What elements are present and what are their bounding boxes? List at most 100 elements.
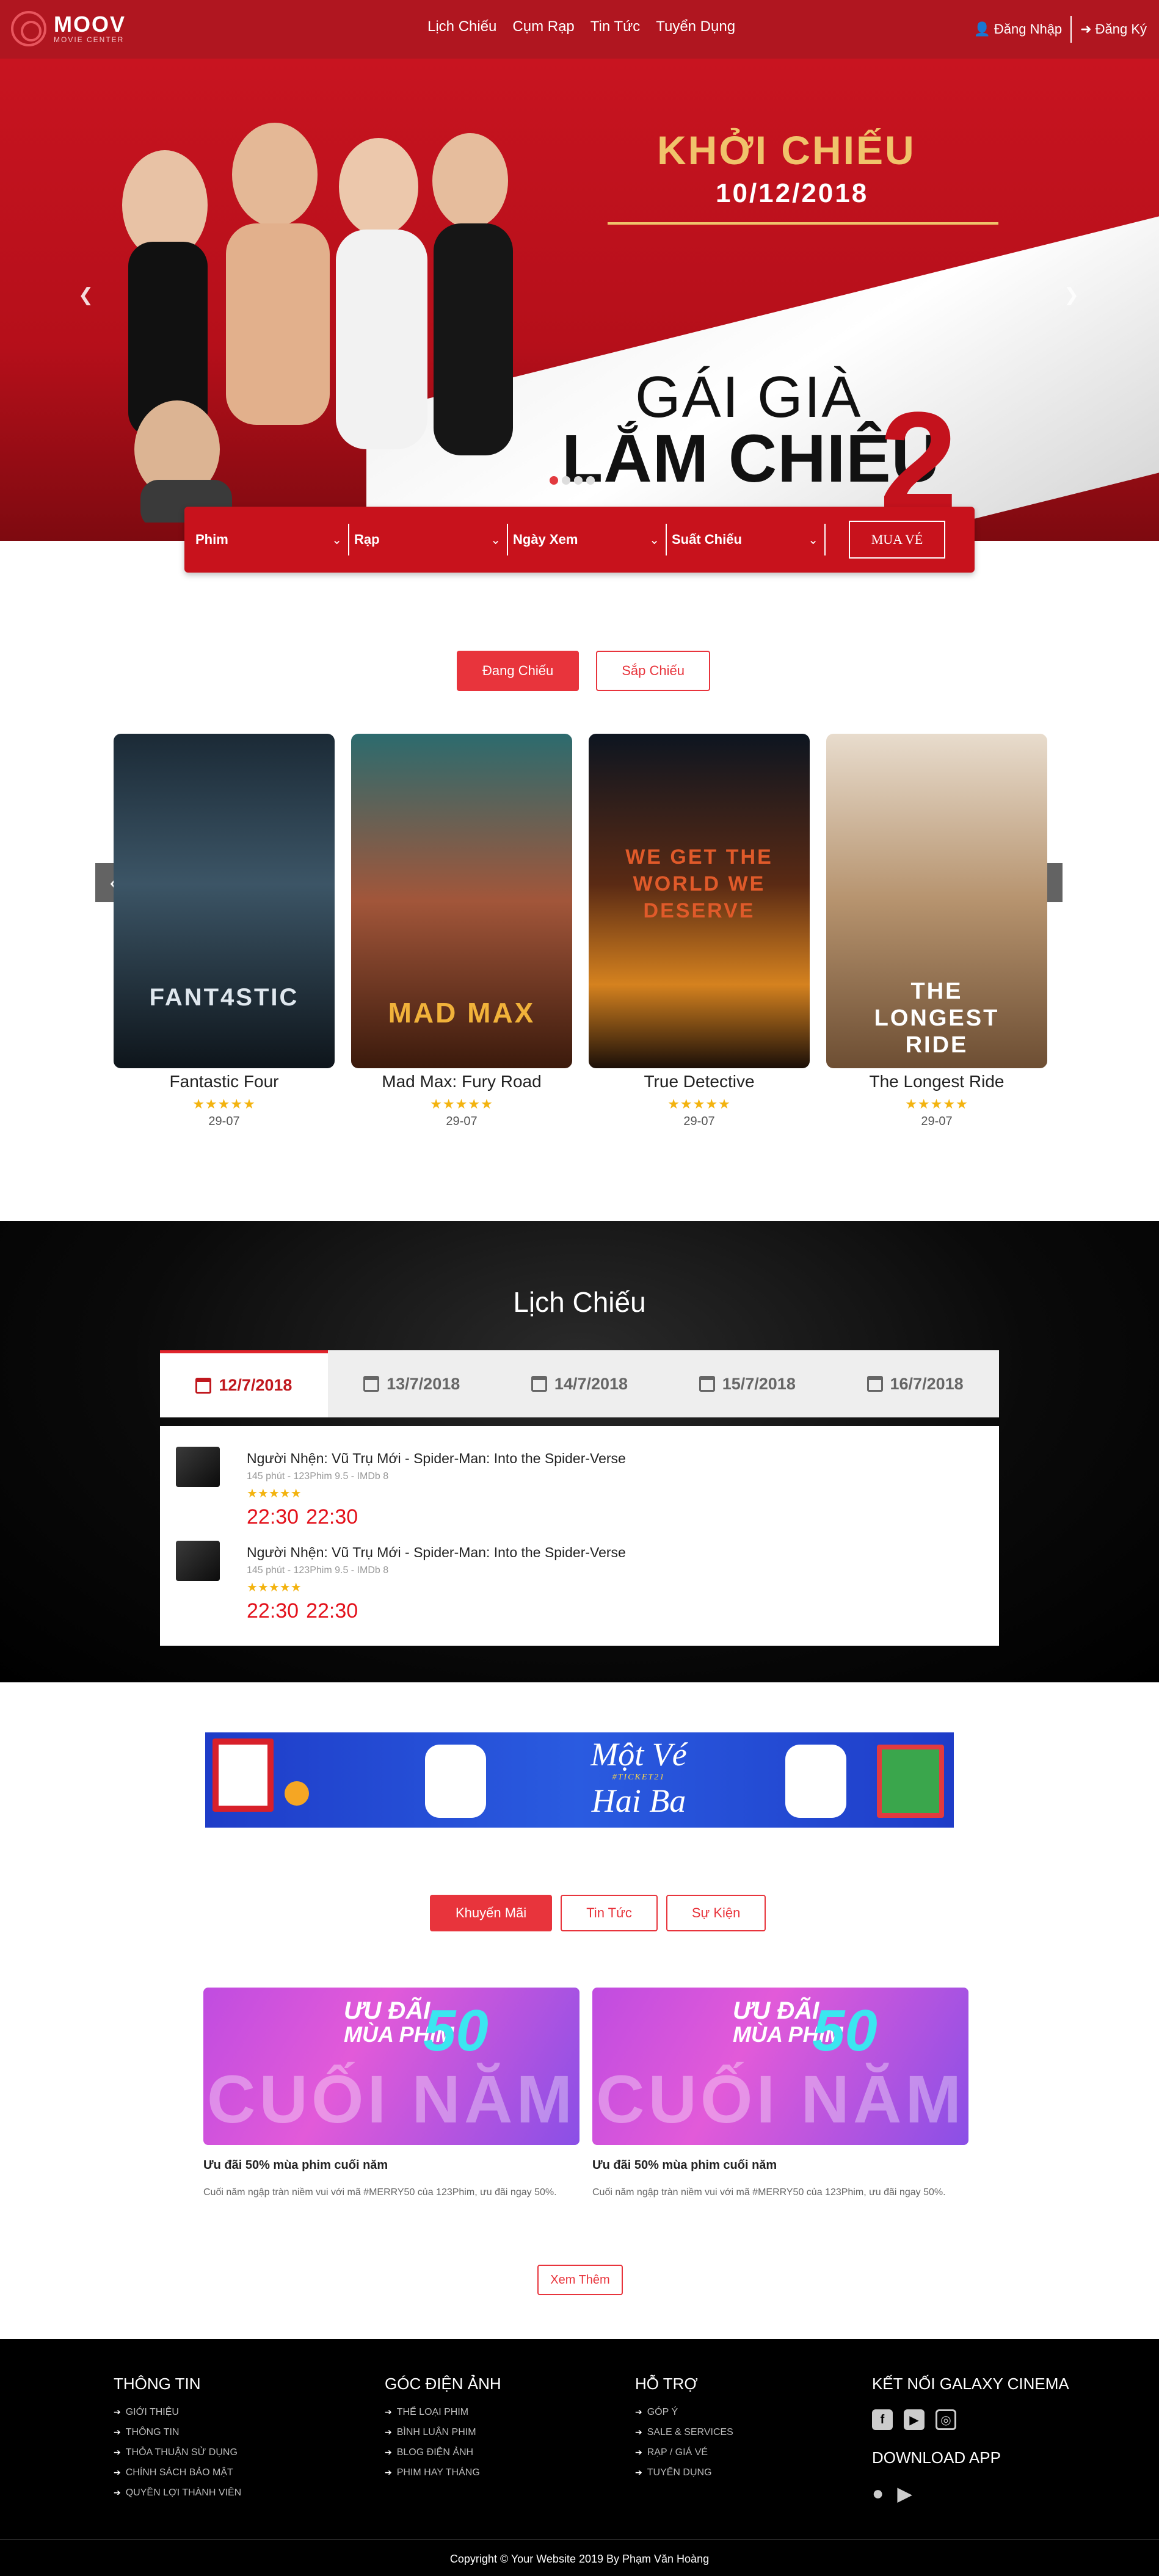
movie-select-label: Phim bbox=[195, 532, 228, 547]
footer-link[interactable]: TUYỂN DỤNG bbox=[635, 2467, 733, 2487]
hero-next-arrow-icon[interactable]: ❯ bbox=[1064, 284, 1079, 306]
tab-events[interactable]: Sự Kiện bbox=[666, 1895, 766, 1931]
login-link[interactable]: 👤 Đăng Nhập bbox=[973, 21, 1062, 37]
footer-heading: KẾT NỐI GALAXY CINEMA bbox=[872, 2375, 1069, 2393]
cinema-select[interactable]: Rạp ⌄ bbox=[354, 524, 508, 555]
footer-heading: DOWNLOAD APP bbox=[872, 2448, 1001, 2467]
register-link[interactable]: ➜ Đăng Ký bbox=[1080, 21, 1147, 37]
movie-poster[interactable]: FANT4STIC bbox=[114, 734, 335, 1068]
tab-day-2[interactable]: 13/7/2018 bbox=[328, 1350, 496, 1417]
nav-item-showtimes[interactable]: Lịch Chiếu bbox=[427, 18, 496, 35]
promo-banner[interactable]: Một Vé #TICKET21 Hai Ba bbox=[205, 1732, 954, 1828]
footer-link[interactable]: THỂ LOẠI PHIM bbox=[385, 2407, 501, 2427]
tab-now-showing[interactable]: Đang Chiếu bbox=[457, 651, 580, 691]
footer-link[interactable]: GIỚI THIỆU bbox=[114, 2407, 241, 2427]
login-label: Đăng Nhập bbox=[994, 21, 1063, 37]
facebook-icon[interactable]: f bbox=[872, 2409, 893, 2430]
date-select[interactable]: Ngày Xem ⌄ bbox=[513, 524, 667, 555]
show-title[interactable]: Người Nhện: Vũ Trụ Mới - Spider-Man: Int… bbox=[247, 1450, 626, 1467]
show-thumbnail[interactable] bbox=[176, 1541, 220, 1581]
showtime-link[interactable]: 22:30 bbox=[306, 1505, 358, 1529]
hero-prev-arrow-icon[interactable]: ❮ bbox=[78, 284, 93, 306]
day-label: 16/7/2018 bbox=[890, 1374, 964, 1393]
showtime-link[interactable]: 22:30 bbox=[306, 1599, 358, 1623]
movie-title[interactable]: True Detective bbox=[589, 1072, 810, 1091]
footer-link[interactable]: THỎA THUẬN SỬ DỤNG bbox=[114, 2447, 241, 2467]
news-image-big-text: CUỐI NĂM bbox=[596, 2062, 965, 2137]
news-image-line1: ƯU ĐÃI bbox=[344, 1997, 431, 2024]
hero-title-number: 2 bbox=[879, 383, 957, 540]
ornament-image bbox=[285, 1781, 309, 1806]
chevron-down-icon: ⌄ bbox=[332, 533, 342, 547]
logo-reel-icon bbox=[11, 11, 46, 46]
news-card[interactable]: CUỐI NĂM ƯU ĐÃI MÙA PHIM 50 Ưu đãi 50% m… bbox=[592, 1988, 968, 2201]
show-thumbnail[interactable] bbox=[176, 1447, 220, 1487]
movie-card[interactable]: MAD MAX Mad Max: Fury Road ★★★★★ 29-07 bbox=[351, 734, 572, 1129]
showtime-item: Người Nhện: Vũ Trụ Mới - Spider-Man: Int… bbox=[176, 1441, 970, 1532]
site-logo[interactable]: MOOV MOVIE CENTER bbox=[11, 11, 126, 46]
calendar-icon bbox=[699, 1376, 715, 1392]
day-label: 15/7/2018 bbox=[722, 1374, 796, 1393]
tab-day-4[interactable]: 15/7/2018 bbox=[663, 1350, 831, 1417]
show-meta: 145 phút - 123Phim 9.5 - IMDb 8 bbox=[247, 1471, 389, 1482]
youtube-icon[interactable]: ▶ bbox=[904, 2409, 925, 2430]
tab-promotions[interactable]: Khuyến Mãi bbox=[430, 1895, 553, 1931]
footer-link[interactable]: CHÍNH SÁCH BẢO MẬT bbox=[114, 2467, 241, 2487]
footer-link[interactable]: RẠP / GIÁ VÉ bbox=[635, 2447, 733, 2467]
tab-day-1[interactable]: 12/7/2018 bbox=[160, 1350, 328, 1417]
footer-link[interactable]: SALE & SERVICES bbox=[635, 2427, 733, 2447]
tab-coming-soon[interactable]: Sắp Chiếu bbox=[596, 651, 710, 691]
news-description: Cuối năm ngập tràn niềm vui với mã #MERR… bbox=[592, 2187, 946, 2198]
movie-poster[interactable]: WE GET THE WORLD WE DESERVE bbox=[589, 734, 810, 1068]
tab-news[interactable]: Tin Tức bbox=[561, 1895, 658, 1931]
chevron-down-icon: ⌄ bbox=[808, 533, 818, 547]
hero-indicator-4[interactable] bbox=[586, 476, 595, 485]
google-play-icon[interactable]: ▶ bbox=[897, 2482, 912, 2505]
hero-indicator-2[interactable] bbox=[562, 476, 570, 485]
day-label: 12/7/2018 bbox=[219, 1376, 292, 1394]
movie-card[interactable]: FANT4STIC Fantastic Four ★★★★★ 29-07 bbox=[114, 734, 335, 1129]
hero-cast-image bbox=[122, 123, 513, 523]
buy-ticket-button[interactable]: MUA VÉ bbox=[849, 521, 945, 559]
instagram-icon[interactable]: ◎ bbox=[936, 2409, 956, 2430]
movie-card[interactable]: WE GET THE WORLD WE DESERVE True Detecti… bbox=[589, 734, 810, 1129]
footer-link[interactable]: BÌNH LUẬN PHIM bbox=[385, 2427, 501, 2447]
logo-subtitle: MOVIE CENTER bbox=[54, 35, 125, 44]
see-more-button[interactable]: Xem Thêm bbox=[537, 2265, 623, 2295]
news-image[interactable]: CUỐI NĂM ƯU ĐÃI MÙA PHIM 50 bbox=[203, 1988, 580, 2145]
news-image-percent: 50 bbox=[812, 1998, 877, 2063]
hero-indicator-3[interactable] bbox=[574, 476, 583, 485]
nav-item-cinemas[interactable]: Cụm Rạp bbox=[512, 18, 574, 35]
footer-link[interactable]: THÔNG TIN bbox=[114, 2427, 241, 2447]
movie-card[interactable]: THE LONGEST RIDE The Longest Ride ★★★★★ … bbox=[826, 734, 1047, 1129]
showtime-link[interactable]: 22:30 bbox=[247, 1599, 299, 1623]
nav-item-news[interactable]: Tin Tức bbox=[590, 18, 640, 35]
movie-date: 29-07 bbox=[921, 1115, 953, 1128]
rating-stars-icon: ★★★★★ bbox=[905, 1096, 968, 1112]
apple-icon[interactable]: ● bbox=[872, 2482, 884, 2505]
footer-link[interactable]: GÓP Ý bbox=[635, 2407, 733, 2427]
news-card[interactable]: CUỐI NĂM ƯU ĐÃI MÙA PHIM 50 Ưu đãi 50% m… bbox=[203, 1988, 580, 2201]
calendar-icon bbox=[531, 1376, 547, 1392]
nav-item-careers[interactable]: Tuyển Dụng bbox=[656, 18, 735, 35]
movie-select[interactable]: Phim ⌄ bbox=[195, 524, 349, 555]
footer-link[interactable]: PHIM HAY THÁNG bbox=[385, 2467, 501, 2487]
calendar-icon bbox=[363, 1376, 380, 1392]
footer-link[interactable]: BLOG ĐIỆN ẢNH bbox=[385, 2447, 501, 2467]
hero-divider bbox=[608, 222, 998, 225]
news-image[interactable]: CUỐI NĂM ƯU ĐÃI MÙA PHIM 50 bbox=[592, 1988, 968, 2145]
movie-poster[interactable]: MAD MAX bbox=[351, 734, 572, 1068]
show-title[interactable]: Người Nhện: Vũ Trụ Mới - Spider-Man: Int… bbox=[247, 1544, 626, 1561]
tab-day-3[interactable]: 14/7/2018 bbox=[496, 1350, 664, 1417]
footer-link[interactable]: QUYỀN LỢI THÀNH VIÊN bbox=[114, 2487, 241, 2508]
movie-poster[interactable]: THE LONGEST RIDE bbox=[826, 734, 1047, 1068]
showtime-link[interactable]: 22:30 bbox=[247, 1505, 299, 1529]
movie-title[interactable]: Fantastic Four bbox=[114, 1072, 335, 1091]
movie-title[interactable]: Mad Max: Fury Road bbox=[351, 1072, 572, 1091]
news-title[interactable]: Ưu đãi 50% mùa phim cuối năm bbox=[203, 2158, 580, 2173]
movie-title[interactable]: The Longest Ride bbox=[826, 1072, 1047, 1091]
showtime-select[interactable]: Suất Chiếu ⌄ bbox=[672, 524, 826, 555]
tab-day-5[interactable]: 16/7/2018 bbox=[831, 1350, 999, 1417]
hero-indicator-1[interactable] bbox=[550, 476, 558, 485]
news-title[interactable]: Ưu đãi 50% mùa phim cuối năm bbox=[592, 2158, 968, 2173]
